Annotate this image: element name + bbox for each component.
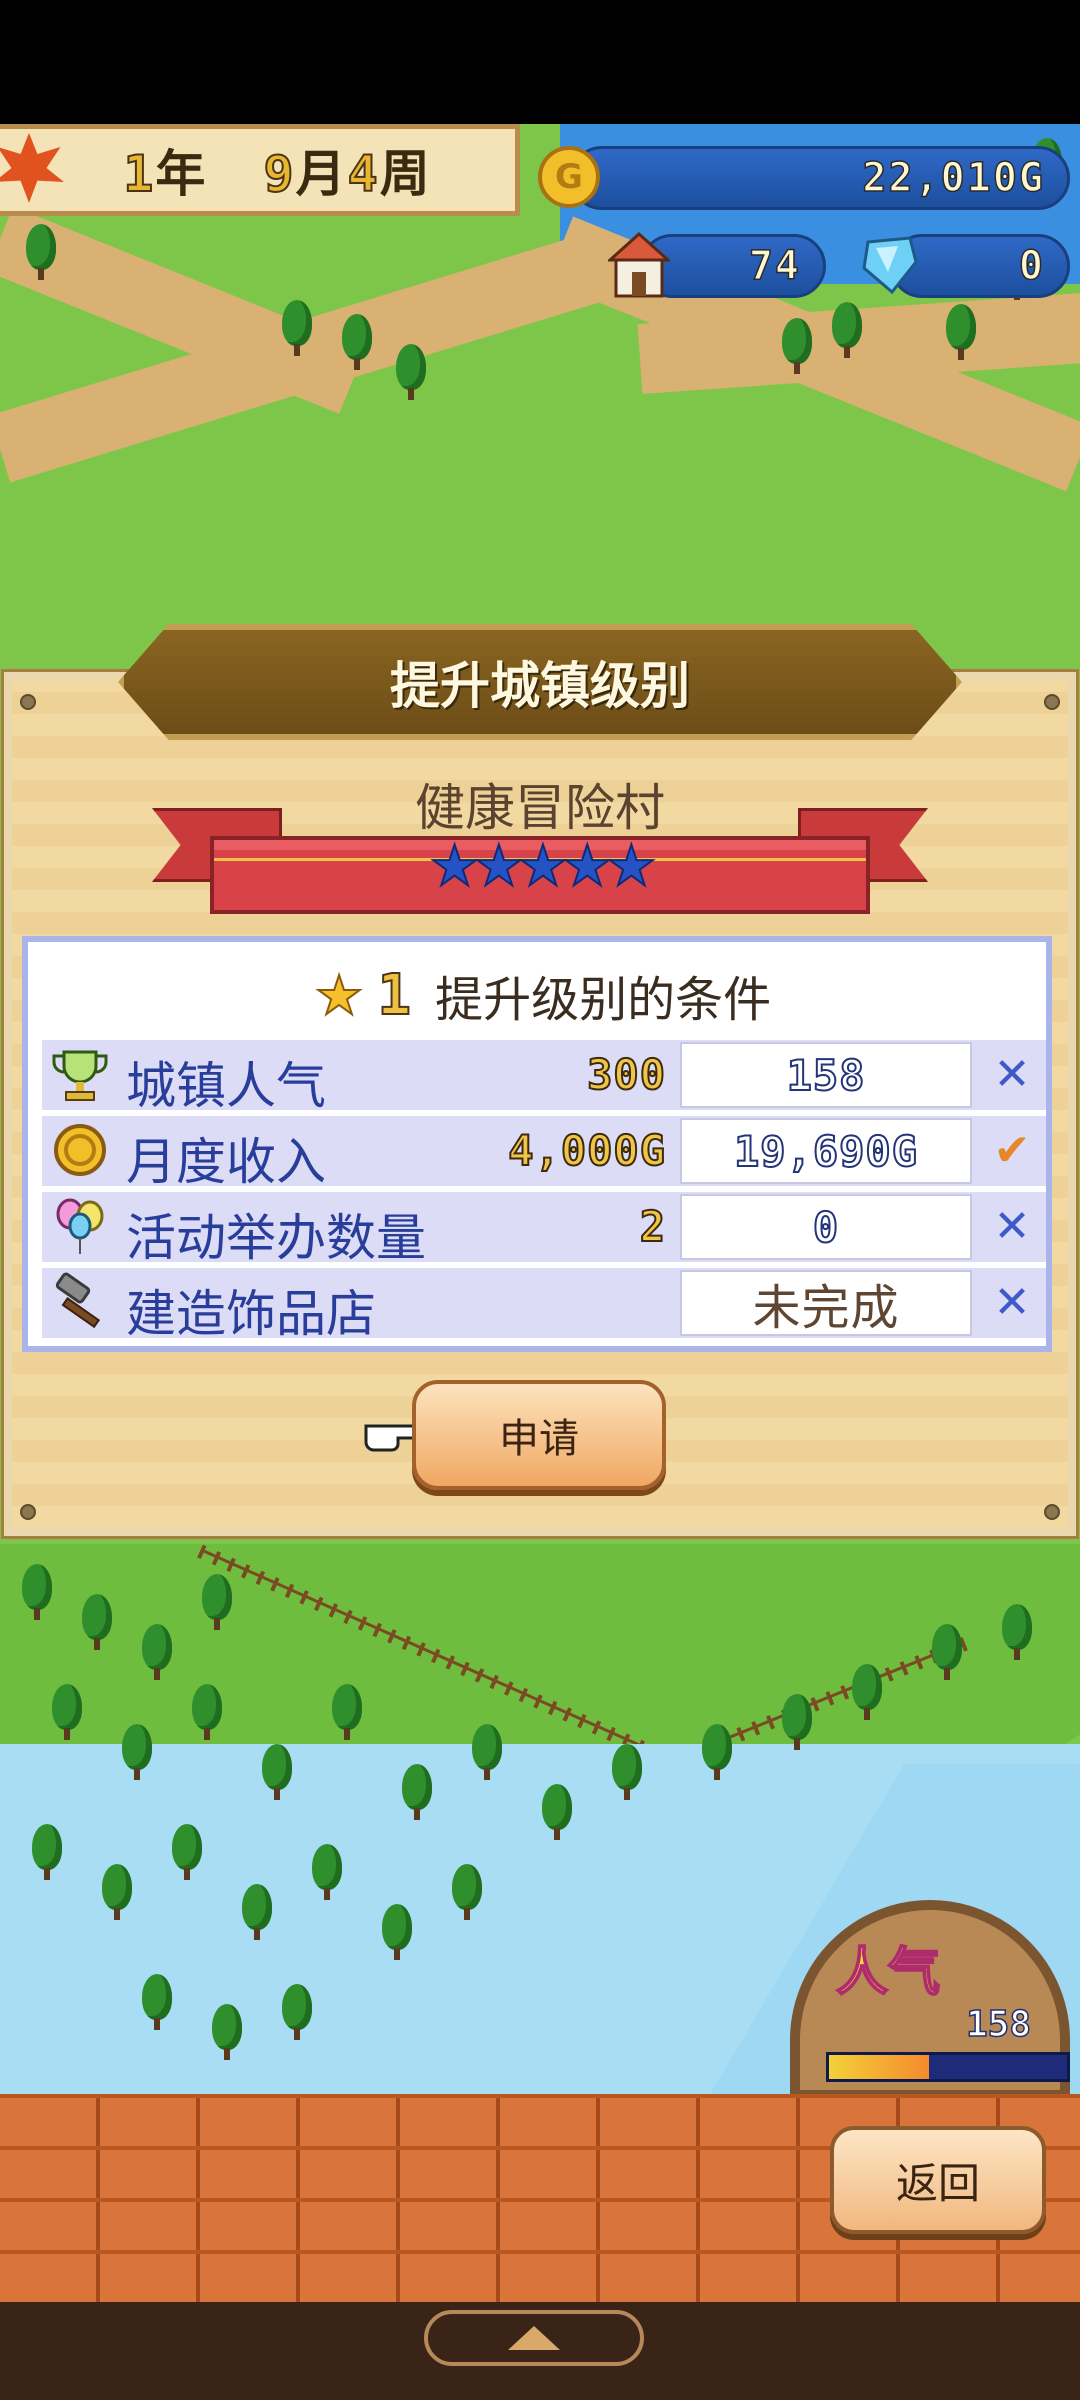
crystal-count: 0 — [1018, 242, 1045, 290]
tree — [20, 1564, 54, 1622]
met-check-icon: ✔ — [993, 1124, 1031, 1176]
condition-current: 19,690G — [680, 1118, 972, 1184]
autumn-leaf-icon — [0, 133, 64, 203]
back-button-label: 返回 — [895, 2158, 980, 2208]
tree — [280, 1984, 314, 2042]
dialog-title: 提升城镇级别 — [390, 657, 690, 715]
tree — [930, 1624, 964, 1682]
tree — [1000, 1604, 1034, 1662]
unmet-icon: ✕ — [993, 1276, 1031, 1328]
tree — [330, 1684, 364, 1742]
condition-row-popularity: 城镇人气 300 158 ✕ — [42, 1040, 1046, 1115]
expand-menu-button[interactable] — [424, 2310, 644, 2366]
town-rank-stars: ★★★★★ — [428, 833, 657, 900]
tree — [140, 1624, 174, 1682]
tree — [700, 1724, 734, 1782]
tree — [610, 1744, 644, 1802]
condition-row-monthly-income: 月度收入 4,000G 19,690G ✔ — [42, 1116, 1046, 1191]
month-unit: 月 — [295, 145, 348, 203]
tree — [340, 314, 374, 372]
tree — [400, 1764, 434, 1822]
condition-required: 4,000G — [507, 1125, 666, 1176]
popularity-bar — [826, 2052, 1070, 2082]
tree — [120, 1724, 154, 1782]
tree — [780, 318, 814, 376]
tree — [450, 1864, 484, 1922]
unmet-icon: ✕ — [993, 1200, 1031, 1252]
condition-label: 月度收入 — [126, 1133, 326, 1191]
condition-row-events: 活动举办数量 2 0 ✕ — [42, 1192, 1046, 1267]
house-count: 74 — [748, 242, 801, 290]
popularity-bar-fill — [829, 2055, 929, 2079]
condition-label: 建造饰品店 — [126, 1285, 376, 1343]
tree — [310, 1844, 344, 1902]
condition-current: 未完成 — [680, 1270, 972, 1336]
tree — [470, 1724, 504, 1782]
tree — [380, 1904, 414, 1962]
popularity-label: 人气 — [835, 1942, 941, 2004]
back-button[interactable]: 返回 — [830, 2126, 1046, 2234]
tree — [80, 1594, 114, 1652]
condition-required: 300 — [586, 1049, 666, 1100]
crystal-icon — [862, 236, 918, 295]
tree — [170, 1824, 204, 1882]
tree — [200, 1574, 234, 1632]
tree — [944, 304, 978, 362]
house-icon — [608, 232, 670, 298]
town-name: 健康冒险村 — [415, 779, 665, 837]
apply-button-label: 申请 — [499, 1416, 579, 1462]
gold-value: 22,010G — [862, 154, 1045, 202]
popularity-value: 158 — [965, 2003, 1032, 2046]
condition-label: 活动举办数量 — [126, 1209, 426, 1267]
tree — [260, 1744, 294, 1802]
coin-icon — [54, 1124, 106, 1176]
conditions-title: 提升级别的条件 — [435, 972, 772, 1028]
year-value: 1 — [122, 144, 156, 204]
tree — [780, 1694, 814, 1752]
dialog-title-plate: 提升城镇级别 — [118, 624, 962, 740]
trophy-icon — [52, 1050, 108, 1101]
condition-label: 城镇人气 — [126, 1057, 326, 1115]
rivet — [1044, 694, 1060, 710]
gold-coin-icon: G — [538, 146, 600, 208]
unmet-icon: ✕ — [993, 1048, 1031, 1100]
tree — [280, 300, 314, 358]
week-value: 4 — [347, 144, 380, 204]
conditions-header: ★ 1 提升级别的条件 — [28, 960, 1058, 1030]
gold-counter[interactable]: 22,010G — [570, 146, 1070, 210]
rivet — [20, 694, 36, 710]
condition-row-build-shop: 建造饰品店 未完成 ✕ — [42, 1268, 1046, 1343]
tree — [100, 1864, 134, 1922]
rivet — [1044, 1504, 1060, 1520]
tree — [30, 1824, 64, 1882]
date-text: 1年 9月4周 — [122, 134, 432, 206]
conditions-box: ★ 1 提升级别的条件 城镇人气 300 158 ✕ 月度收入 4,000G 1… — [22, 936, 1052, 1352]
tree — [850, 1664, 884, 1722]
tree — [240, 1884, 274, 1942]
up-arrow-icon — [508, 2326, 560, 2350]
star-icon: ★ — [314, 963, 364, 1028]
tree — [210, 2004, 244, 2062]
tree — [190, 1684, 224, 1742]
tree — [540, 1784, 574, 1842]
year-unit: 年 — [155, 145, 208, 203]
tree — [140, 1974, 174, 2032]
apply-button[interactable]: 申请 — [412, 1380, 666, 1490]
condition-current: 158 — [680, 1042, 972, 1108]
tree — [394, 344, 428, 402]
condition-current: 0 — [680, 1194, 972, 1260]
calendar-date[interactable]: 1年 9月4周 — [0, 124, 520, 216]
conditions-level: 1 — [376, 962, 412, 1029]
condition-required: 2 — [639, 1201, 666, 1252]
tree — [24, 224, 58, 282]
week-unit: 周 — [379, 145, 432, 203]
rivet — [20, 1504, 36, 1520]
tree — [50, 1684, 84, 1742]
month-value: 9 — [262, 144, 296, 204]
hammer-icon — [55, 1272, 101, 1329]
tree — [830, 302, 864, 360]
balloon-icon — [56, 1198, 104, 1254]
